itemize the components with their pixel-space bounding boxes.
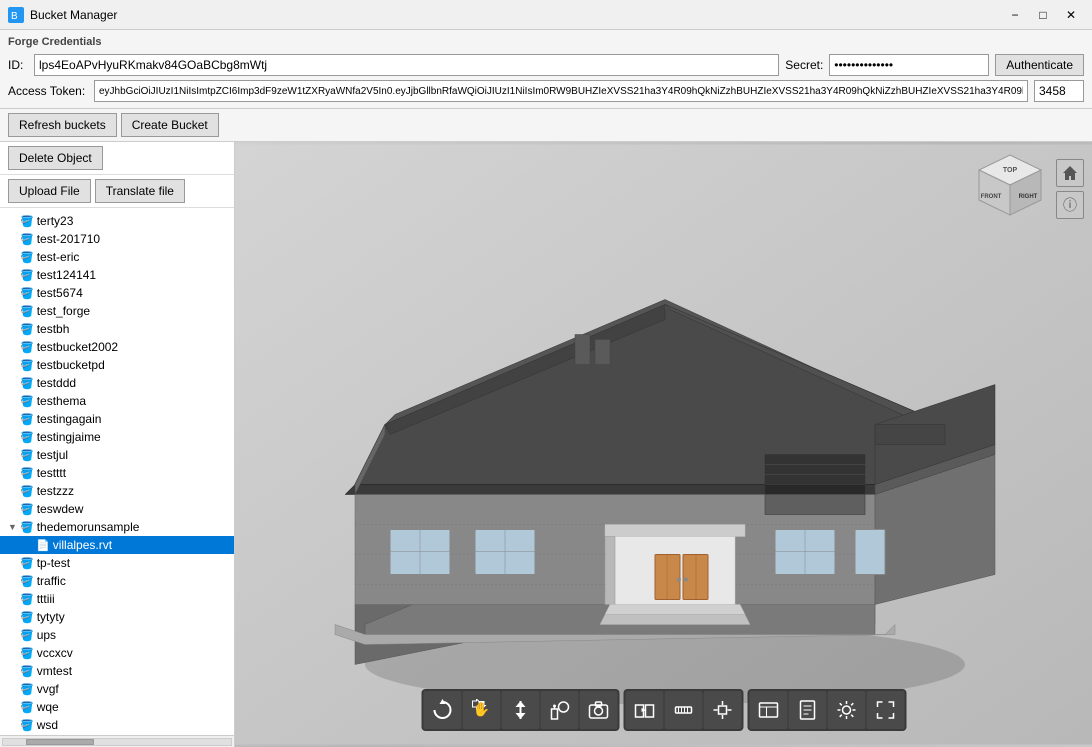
scrollbar-thumb — [26, 739, 94, 745]
token-num-input[interactable] — [1034, 80, 1084, 102]
tree-item[interactable]: 🪣tp-test — [0, 554, 234, 572]
svg-text:TOP: TOP — [1003, 167, 1018, 174]
delete-object-button[interactable]: Delete Object — [8, 146, 103, 170]
sidebar-buttons-2: Upload File Translate file — [0, 175, 234, 208]
nav-cube-svg[interactable]: TOP FRONT RIGHT — [973, 150, 1048, 225]
create-bucket-button[interactable]: Create Bucket — [121, 113, 219, 137]
viewer-area: TOP FRONT RIGHT ⓘ — [235, 142, 1092, 747]
tree-item[interactable]: 🪣tytyty — [0, 608, 234, 626]
nav-cube-container: TOP FRONT RIGHT — [973, 150, 1048, 228]
svg-text:✋: ✋ — [472, 701, 489, 717]
tree-item[interactable]: 🪣test_forge — [0, 302, 234, 320]
top-toolbar: Refresh buckets Create Bucket — [0, 109, 1092, 142]
tree-item[interactable]: 🪣testzzz — [0, 482, 234, 500]
authenticate-button[interactable]: Authenticate — [995, 54, 1084, 76]
upload-file-button[interactable]: Upload File — [8, 179, 91, 203]
tree-container[interactable]: 🪣terty23🪣test-201710🪣test-eric🪣test12414… — [0, 208, 234, 735]
secret-input[interactable] — [829, 54, 989, 76]
svg-text:FRONT: FRONT — [981, 194, 1002, 200]
measure-tool-button[interactable] — [664, 691, 702, 729]
tree-item[interactable]: 🪣test124141 — [0, 266, 234, 284]
maximize-button[interactable]: □ — [1030, 5, 1056, 25]
tree-item[interactable]: 🪣testhema — [0, 392, 234, 410]
id-input[interactable] — [34, 54, 779, 76]
tree-item[interactable]: 🪣wqe — [0, 698, 234, 716]
tree-item[interactable]: ▼🪣thedemorunsample — [0, 518, 234, 536]
tree-item[interactable]: 🪣testbh — [0, 320, 234, 338]
id-row: ID: Secret: Authenticate — [8, 54, 1084, 76]
token-row: Access Token: — [8, 80, 1084, 102]
object-tools-group — [623, 689, 743, 731]
horizontal-scrollbar[interactable] — [0, 735, 234, 747]
tree-item[interactable]: 🪣testingjaime — [0, 428, 234, 446]
sidebar: Delete Object Upload File Translate file… — [0, 142, 235, 747]
id-label: ID: — [8, 58, 28, 72]
sidebar-buttons: Delete Object — [0, 142, 234, 175]
close-button[interactable]: ✕ — [1058, 5, 1084, 25]
tree-item[interactable]: 🪣testttt — [0, 464, 234, 482]
pan-tool-button[interactable]: ✋ — [462, 691, 500, 729]
token-input[interactable] — [94, 80, 1028, 102]
tree-item[interactable]: 🪣vvgf — [0, 680, 234, 698]
view-tools-group — [747, 689, 906, 731]
zoom-tool-button[interactable] — [501, 691, 539, 729]
viewer-svg — [235, 142, 1092, 747]
camera-button[interactable] — [579, 691, 617, 729]
tree-item[interactable]: 🪣testbucketpd — [0, 356, 234, 374]
navigation-tools-group: ✋ — [421, 689, 619, 731]
minimize-button[interactable]: − — [1002, 5, 1028, 25]
properties-button[interactable] — [788, 691, 826, 729]
tree-item[interactable]: 🪣traffic — [0, 572, 234, 590]
tree-child-item[interactable]: 📄villalpes.rvt — [0, 536, 234, 554]
tree-item[interactable]: 🪣teswdew — [0, 500, 234, 518]
token-label: Access Token: — [8, 84, 88, 98]
tree-item[interactable]: 🪣testingagain — [0, 410, 234, 428]
section-tool-button[interactable] — [625, 691, 663, 729]
model-browser-button[interactable] — [749, 691, 787, 729]
viewer-bottom-toolbar: ✋ — [421, 689, 906, 731]
info-button[interactable]: ⓘ — [1056, 191, 1084, 219]
window-controls: − □ ✕ — [1002, 5, 1084, 25]
viewer-icon-buttons: ⓘ — [1056, 159, 1084, 219]
svg-text:B: B — [11, 11, 18, 22]
tree-item[interactable]: 🪣ups — [0, 626, 234, 644]
tree-item[interactable]: 🪣test5674 — [0, 284, 234, 302]
main-container: Forge Credentials ID: Secret: Authentica… — [0, 30, 1092, 747]
translate-file-button[interactable]: Translate file — [95, 179, 185, 203]
content-area: Delete Object Upload File Translate file… — [0, 142, 1092, 747]
scrollbar-track — [2, 738, 232, 746]
tree-item[interactable]: 🪣test-eric — [0, 248, 234, 266]
fit-view-button[interactable] — [540, 691, 578, 729]
home-view-button[interactable] — [1056, 159, 1084, 187]
credentials-bar: Forge Credentials ID: Secret: Authentica… — [0, 30, 1092, 109]
tree-item[interactable]: 🪣testddd — [0, 374, 234, 392]
refresh-buckets-button[interactable]: Refresh buckets — [8, 113, 117, 137]
svg-text:RIGHT: RIGHT — [1019, 194, 1038, 200]
secret-label: Secret: — [785, 58, 823, 72]
tree-item[interactable]: 🪣terty23 — [0, 212, 234, 230]
tree-item[interactable]: 🪣test-201710 — [0, 230, 234, 248]
tree-item[interactable]: 🪣vccxcv — [0, 644, 234, 662]
credentials-label: Forge Credentials — [8, 36, 1084, 48]
explode-tool-button[interactable] — [703, 691, 741, 729]
tree-item[interactable]: 🪣testbucket2002 — [0, 338, 234, 356]
app-title: Bucket Manager — [30, 8, 1002, 22]
orbit-tool-button[interactable] — [423, 691, 461, 729]
title-bar: B Bucket Manager − □ ✕ — [0, 0, 1092, 30]
tree-item[interactable]: 🪣wsd — [0, 716, 234, 734]
app-icon: B — [8, 7, 24, 23]
tree-item[interactable]: 🪣tttiii — [0, 590, 234, 608]
fullscreen-button[interactable] — [866, 691, 904, 729]
viewer-controls: TOP FRONT RIGHT ⓘ — [973, 150, 1084, 228]
settings-button[interactable] — [827, 691, 865, 729]
tree-item[interactable]: 🪣testjul — [0, 446, 234, 464]
tree-item[interactable]: 🪣vmtest — [0, 662, 234, 680]
